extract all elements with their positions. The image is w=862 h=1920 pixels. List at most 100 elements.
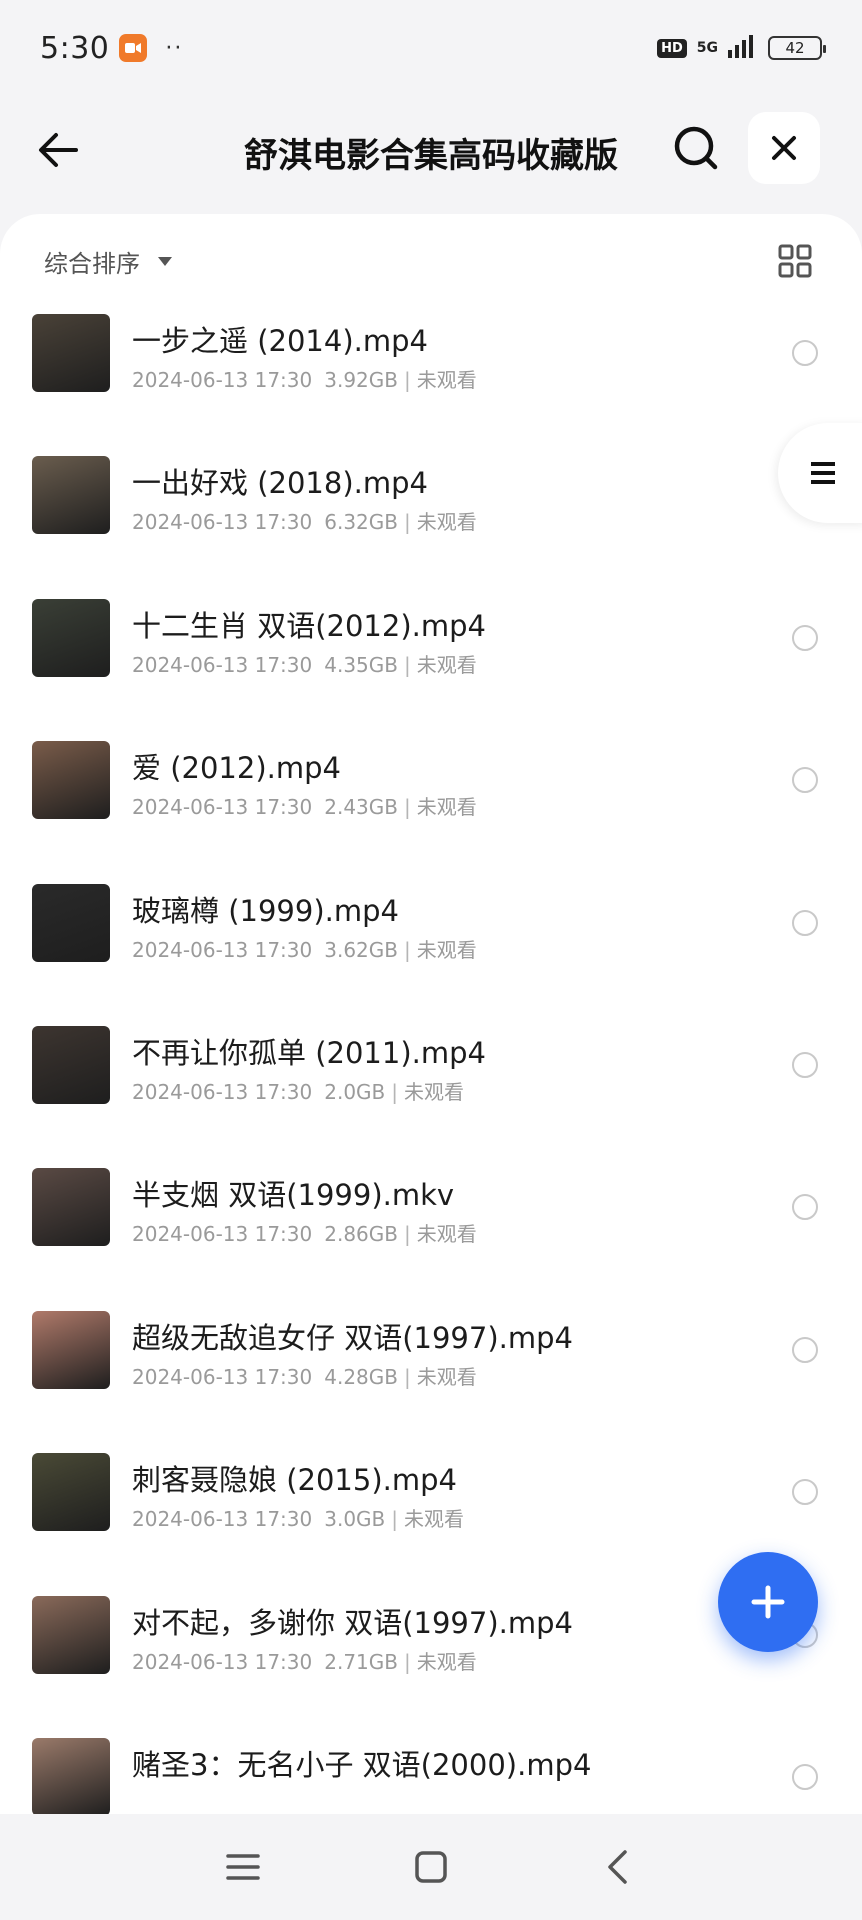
video-thumbnail <box>32 1453 110 1532</box>
file-row[interactable]: 十二生肖 双语(2012).mp4 2024-06-13 17:30 4.35GB |… <box>0 598 862 741</box>
meta-separator: | <box>403 510 411 535</box>
file-name: 爱 (2012).mp4 <box>132 751 341 786</box>
select-radio[interactable] <box>792 1764 818 1790</box>
meta-separator: | <box>403 1649 411 1674</box>
file-size: 3.62GB <box>324 937 398 962</box>
signal-icon <box>728 34 758 62</box>
video-thumbnail <box>32 598 110 677</box>
add-button[interactable] <box>718 1552 818 1652</box>
select-radio[interactable] <box>792 1336 818 1363</box>
file-datetime: 2024-06-13 17:30 <box>132 1364 313 1389</box>
file-size: 4.28GB <box>324 1364 398 1389</box>
watch-status: 未观看 <box>404 1507 465 1532</box>
hd-badge: HD <box>657 38 687 58</box>
video-thumbnail <box>32 314 110 392</box>
grid-view-button[interactable] <box>778 244 812 278</box>
select-radio[interactable] <box>792 340 818 366</box>
file-name: 玻璃樽 (1999).mp4 <box>132 893 399 928</box>
battery-icon: 42 <box>768 36 826 60</box>
watch-status: 未观看 <box>404 1080 465 1104</box>
file-row[interactable]: 不再让你孤单 (2011).mp4 2024-06-13 17:30 2.0GB | 未… <box>0 1026 862 1168</box>
file-meta: 2024-06-13 17:30 3.62GB | 未观看 <box>132 934 477 963</box>
select-radio[interactable] <box>792 1052 818 1078</box>
close-icon <box>772 136 796 160</box>
file-datetime: 2024-06-13 17:30 <box>132 795 313 820</box>
video-thumbnail <box>32 1738 110 1814</box>
video-thumbnail <box>32 1026 110 1104</box>
file-name: 一步之遥 (2014).mp4 <box>132 324 428 358</box>
close-button[interactable] <box>748 112 820 184</box>
sort-label: 综合排序 <box>44 250 140 278</box>
meta-separator: | <box>403 652 411 677</box>
file-row[interactable]: 超级无敌追女仔 双语(1997).mp4 2024-06-13 17:30 4.28… <box>0 1310 862 1453</box>
file-name: 半支烟 双语(1999).mkv <box>132 1178 455 1213</box>
file-row[interactable]: 一出好戏 (2018).mp4 2024-06-13 17:30 6.32GB | 未观… <box>0 456 862 598</box>
menu-icon <box>811 462 835 484</box>
file-name: 赌圣3：无名小子 双语(2000).mp4 <box>132 1748 592 1782</box>
file-row[interactable]: 半支烟 双语(1999).mkv 2024-06-13 17:30 2.86GB | 未… <box>0 1168 862 1310</box>
nav-recents-button[interactable] <box>222 1846 264 1888</box>
file-datetime: 2024-06-13 17:30 <box>132 510 313 535</box>
file-size: 2.86GB <box>324 1222 398 1247</box>
file-row[interactable]: 一步之遥 (2014).mp4 2024-06-13 17:30 3.92GB | 未观… <box>0 314 862 456</box>
watch-status: 未观看 <box>416 1222 477 1247</box>
file-name: 不再让你孤单 (2011).mp4 <box>132 1036 486 1070</box>
file-meta: 2024-06-13 17:30 3.92GB | 未观看 <box>132 364 477 393</box>
file-name: 超级无敌追女仔 双语(1997).mp4 <box>132 1320 573 1355</box>
select-radio[interactable] <box>792 909 818 936</box>
nav-home-button[interactable] <box>410 1846 452 1888</box>
file-name: 对不起，多谢你 双语(1997).mp4 <box>132 1605 573 1640</box>
sort-bar: 综合排序 <box>0 214 862 310</box>
plus-icon <box>751 1585 785 1619</box>
file-meta: 2024-06-13 17:30 2.86GB | 未观看 <box>132 1218 477 1247</box>
meta-separator: | <box>391 1507 399 1532</box>
file-datetime: 2024-06-13 17:30 <box>132 652 313 677</box>
file-datetime: 2024-06-13 17:30 <box>132 1507 313 1532</box>
file-row[interactable]: 爱 (2012).mp4 2024-06-13 17:30 2.43GB | 未观看 <box>0 741 862 883</box>
network-type: 5G <box>696 40 718 56</box>
select-radio[interactable] <box>792 1479 818 1506</box>
caret-down-icon <box>158 257 172 266</box>
file-meta: 2024-06-13 17:30 2.0GB | 未观看 <box>132 1076 464 1105</box>
file-size: 3.0GB <box>324 1507 386 1532</box>
meta-separator: | <box>403 1222 411 1247</box>
watch-status: 未观看 <box>416 795 477 820</box>
nav-back-button[interactable] <box>598 1846 640 1888</box>
select-radio[interactable] <box>792 624 818 651</box>
file-meta: 2024-06-13 17:30 2.71GB | 未观看 <box>132 1646 477 1675</box>
video-thumbnail <box>32 741 110 820</box>
screen-record-icon <box>119 34 148 62</box>
file-datetime: 2024-06-13 17:30 <box>132 1222 313 1247</box>
video-thumbnail <box>32 456 110 535</box>
watch-status: 未观看 <box>416 368 477 392</box>
watch-status: 未观看 <box>416 1364 477 1389</box>
file-size: 2.43GB <box>324 795 398 820</box>
file-name: 十二生肖 双语(2012).mp4 <box>132 608 486 643</box>
file-meta: 2024-06-13 17:30 4.35GB | 未观看 <box>132 649 477 678</box>
select-radio[interactable] <box>792 1194 818 1221</box>
file-datetime: 2024-06-13 17:30 <box>132 1080 313 1104</box>
status-bar: 5:30 ·· HD 5G 42 <box>0 0 862 96</box>
menu-icon <box>226 1854 260 1880</box>
file-row[interactable]: 玻璃樽 (1999).mp4 2024-06-13 17:30 3.62GB | 未观看 <box>0 883 862 1026</box>
file-size: 4.35GB <box>324 652 398 677</box>
file-datetime: 2024-06-13 17:30 <box>132 937 313 962</box>
home-square-icon <box>415 1851 447 1883</box>
watch-status: 未观看 <box>416 510 477 535</box>
watch-status: 未观看 <box>416 937 477 962</box>
sort-dropdown[interactable]: 综合排序 <box>44 244 172 279</box>
grid-view-icon <box>778 244 812 278</box>
file-meta: 2024-06-13 17:30 2.43GB | 未观看 <box>132 791 477 820</box>
select-radio[interactable] <box>792 767 818 794</box>
file-datetime: 2024-06-13 17:30 <box>132 368 313 392</box>
video-thumbnail <box>32 1310 110 1389</box>
meta-separator: | <box>403 368 411 392</box>
file-size: 3.92GB <box>324 368 398 392</box>
file-name: 刺客聂隐娘 (2015).mp4 <box>132 1463 457 1498</box>
chevron-left-icon <box>608 1850 627 1884</box>
meta-separator: | <box>403 1364 411 1389</box>
search-button[interactable] <box>672 124 720 176</box>
file-row[interactable]: 赌圣3：无名小子 双语(2000).mp4 <box>0 1738 862 1814</box>
video-thumbnail <box>32 1595 110 1674</box>
meta-separator: | <box>391 1080 399 1104</box>
